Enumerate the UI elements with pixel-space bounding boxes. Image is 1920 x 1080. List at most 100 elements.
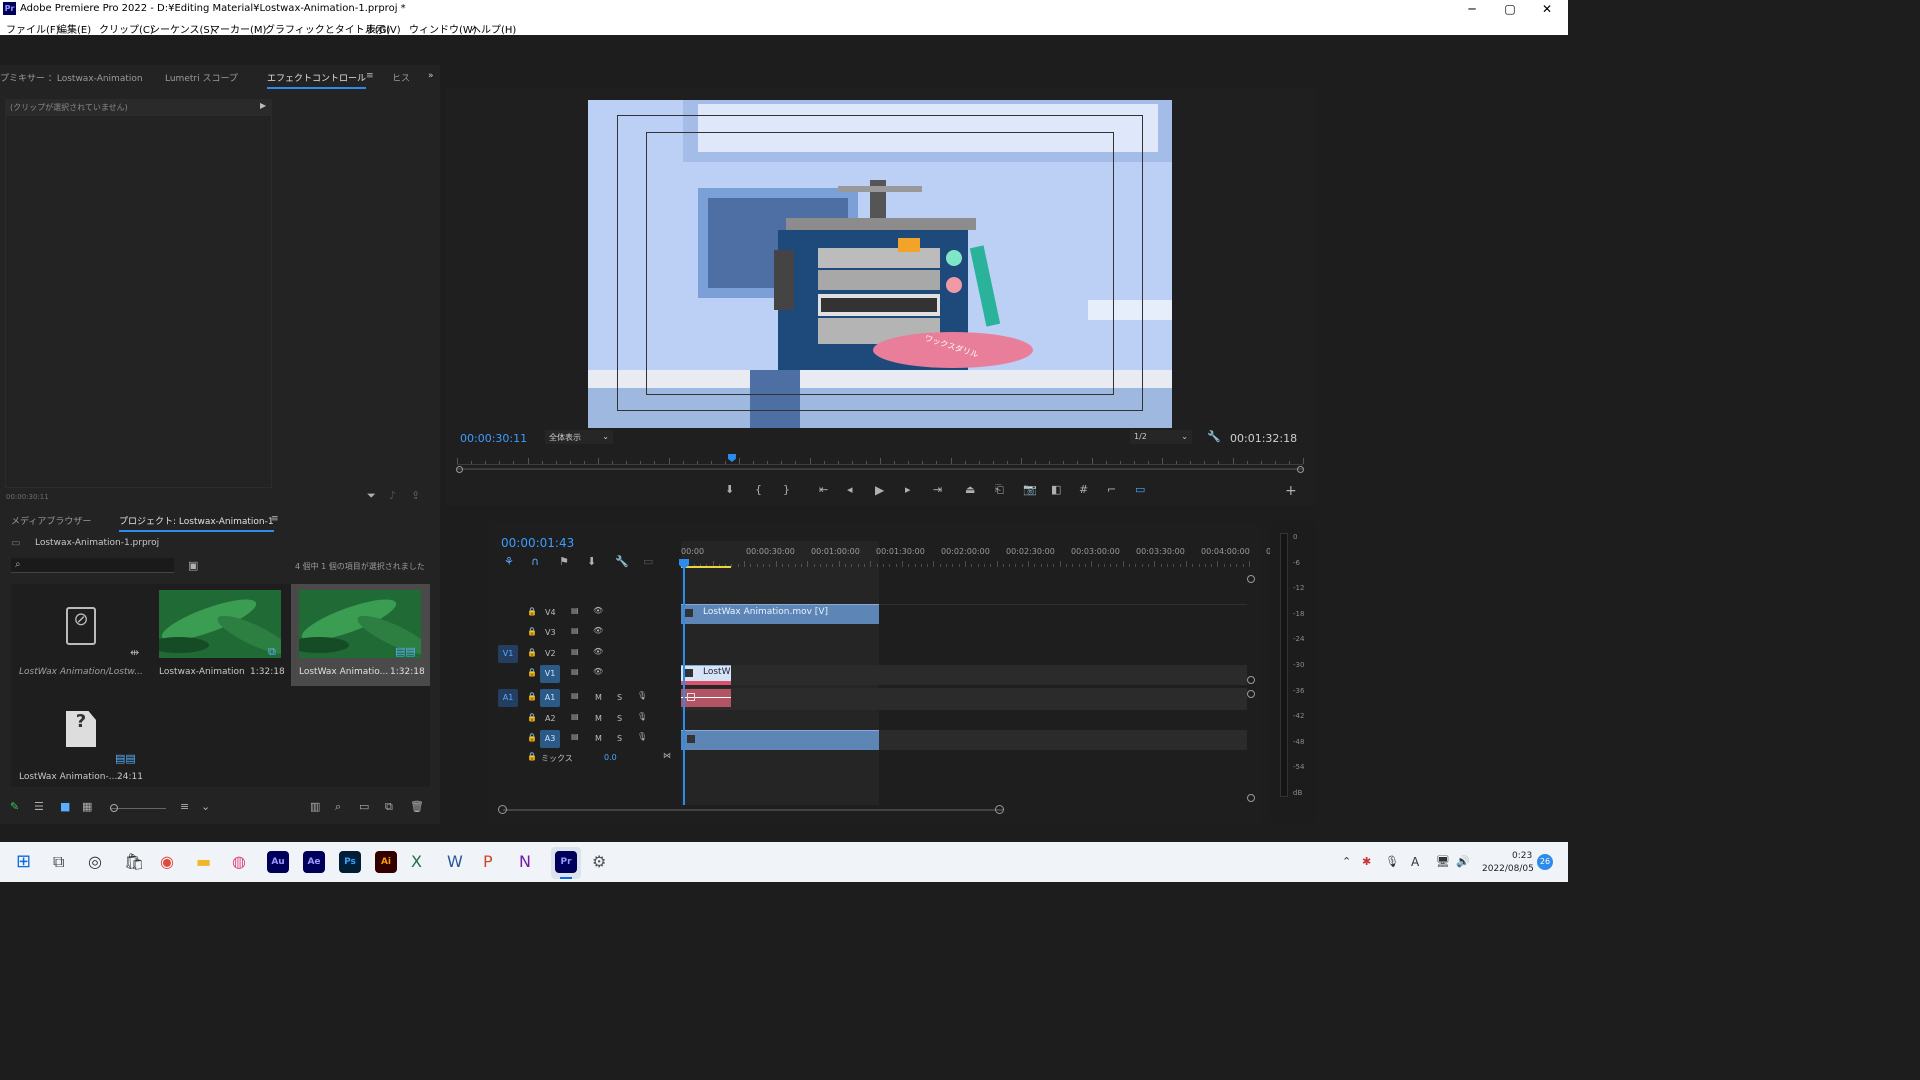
snap-magnet-icon[interactable]: ∩ bbox=[531, 555, 539, 568]
tab-lumetri-scopes[interactable]: Lumetri スコープ bbox=[165, 71, 238, 84]
step-forward-icon[interactable]: ▸ bbox=[905, 483, 911, 496]
eye-icon[interactable]: 👁 bbox=[593, 647, 603, 656]
collapse-icon[interactable]: ⋈ bbox=[663, 751, 671, 760]
hscroll-left-handle[interactable] bbox=[498, 805, 507, 814]
sort-icon[interactable]: ≡ bbox=[180, 800, 189, 813]
solo-button[interactable]: S bbox=[617, 693, 622, 702]
track-target-a3[interactable]: A3 bbox=[540, 730, 560, 748]
audio-scroll-bottom-handle[interactable] bbox=[1247, 794, 1255, 802]
menu-clip[interactable]: クリップ(C) bbox=[99, 21, 154, 36]
lock-icon[interactable]: 🔒 bbox=[527, 692, 537, 701]
menu-edit[interactable]: 編集(E) bbox=[57, 21, 91, 36]
creative-cloud-icon[interactable]: ◍ bbox=[232, 852, 246, 871]
sync-lock-icon[interactable]: ▤ bbox=[571, 626, 579, 635]
microphone-icon[interactable]: 🎙 bbox=[637, 691, 647, 700]
tab-effect-controls[interactable]: エフェクトコントロール bbox=[267, 71, 367, 89]
source-patch-v1[interactable]: V1 bbox=[498, 645, 518, 663]
program-current-time[interactable]: 00:00:30:11 bbox=[460, 432, 527, 445]
chevron-down-icon[interactable]: ⌄ bbox=[201, 800, 210, 813]
microphone-icon[interactable]: 🎙 bbox=[637, 732, 647, 741]
freeform-view-icon[interactable]: ▦ bbox=[82, 800, 92, 813]
track-target-v1[interactable]: V1 bbox=[540, 665, 560, 683]
zoom-slider-handle[interactable] bbox=[110, 804, 118, 812]
eye-icon[interactable]: 👁 bbox=[593, 626, 603, 635]
filter-icon[interactable]: ⏷ bbox=[367, 489, 376, 503]
mute-button[interactable]: M bbox=[595, 714, 602, 723]
tab-media-browser[interactable]: メディアブラウザー bbox=[11, 514, 91, 527]
menu-window[interactable]: ウィンドウ(W) bbox=[409, 21, 477, 36]
linked-selection-icon[interactable]: ⚑ bbox=[559, 555, 569, 568]
settings-gear-icon[interactable]: ⚙ bbox=[592, 852, 606, 871]
tray-chevron-icon[interactable]: ⌃ bbox=[1342, 855, 1351, 868]
pencil-icon[interactable]: ✎ bbox=[10, 800, 19, 813]
zoom-slider-track[interactable] bbox=[110, 808, 166, 809]
zoom-level-dropdown[interactable]: 全体表示 ⌄ bbox=[545, 430, 613, 444]
mark-in-icon[interactable]: { bbox=[755, 483, 762, 496]
tab-menu-icon[interactable]: ≡ bbox=[366, 71, 374, 81]
lock-icon[interactable]: 🔒 bbox=[527, 668, 537, 677]
trash-icon[interactable]: 🗑 bbox=[410, 800, 424, 813]
nest-icon[interactable]: ⚘ bbox=[504, 555, 514, 568]
project-item-offline[interactable]: ⊘ ⇹ LostWax Animation/Lostw... bbox=[11, 584, 149, 686]
add-marker-icon[interactable]: ⬇ bbox=[587, 555, 596, 568]
tab-history[interactable]: ヒス bbox=[392, 71, 410, 84]
lock-icon[interactable]: 🔒 bbox=[527, 648, 537, 657]
track-target-a1[interactable]: A1 bbox=[540, 689, 560, 707]
button-editor-plus-icon[interactable]: + bbox=[1285, 483, 1297, 499]
menu-file[interactable]: ファイル(F) bbox=[6, 21, 60, 36]
tray-microphone-icon[interactable]: 🎙 bbox=[1385, 855, 1399, 868]
step-back-icon[interactable]: ◂ bbox=[847, 483, 853, 496]
premiere-icon[interactable]: Pr bbox=[555, 851, 577, 873]
tray-app-icon[interactable]: ✱ bbox=[1362, 855, 1371, 868]
sync-lock-icon[interactable]: ▤ bbox=[571, 691, 579, 700]
sync-lock-icon[interactable]: ▤ bbox=[571, 647, 579, 656]
lock-icon[interactable]: 🔒 bbox=[527, 627, 537, 636]
dell-icon[interactable]: ◎ bbox=[88, 852, 102, 871]
project-item-clip-selected[interactable]: ▤▤ LostWax Animatio... 1:32:18 bbox=[291, 584, 430, 686]
export-frame-camera-icon[interactable]: 📷 bbox=[1023, 483, 1037, 496]
vr-video-icon[interactable]: ⌐ bbox=[1107, 483, 1116, 496]
lock-icon[interactable]: 🔒 bbox=[527, 733, 537, 742]
new-bin-icon[interactable]: ▭ bbox=[359, 800, 369, 813]
sync-lock-icon[interactable]: ▤ bbox=[571, 667, 579, 676]
program-time-ruler[interactable] bbox=[457, 452, 1304, 466]
go-to-in-icon[interactable]: ⇤ bbox=[819, 483, 828, 496]
maximize-button[interactable]: ▢ bbox=[1490, 1, 1530, 17]
powerpoint-icon[interactable]: P bbox=[483, 852, 493, 871]
sync-lock-icon[interactable]: ▤ bbox=[571, 712, 579, 721]
comparison-view-icon[interactable]: ◧ bbox=[1051, 483, 1061, 496]
lock-icon[interactable]: 🔒 bbox=[527, 713, 537, 722]
hscroll-right-handle[interactable] bbox=[995, 805, 1004, 814]
ime-indicator[interactable]: A bbox=[1411, 855, 1419, 869]
project-item-sequence[interactable]: ⧉ Lostwax-Animation 1:32:18 bbox=[151, 584, 289, 686]
go-to-out-icon[interactable]: ⇥ bbox=[933, 483, 942, 496]
photoshop-icon[interactable]: Ps bbox=[339, 851, 361, 873]
project-search-input[interactable]: ⌕ bbox=[11, 558, 174, 573]
new-search-bin-icon[interactable]: ▣ bbox=[188, 559, 198, 572]
project-menu-icon[interactable]: ≡ bbox=[271, 514, 279, 524]
find-icon[interactable]: ⌕ bbox=[335, 800, 341, 814]
lift-icon[interactable]: ⏏ bbox=[965, 483, 975, 496]
more-tabs-icon[interactable]: » bbox=[428, 71, 434, 81]
icon-view-icon[interactable]: ■ bbox=[60, 800, 70, 813]
clip-a1[interactable] bbox=[681, 689, 731, 707]
timeline-horizontal-scrollbar[interactable] bbox=[503, 809, 1003, 811]
excel-icon[interactable]: X bbox=[411, 852, 422, 871]
lock-icon[interactable]: 🔒 bbox=[527, 607, 537, 616]
windows-start-icon[interactable]: ⊞ bbox=[16, 851, 31, 872]
export-icon[interactable]: ⇪ bbox=[411, 489, 420, 502]
mark-out-icon[interactable]: } bbox=[783, 483, 790, 496]
eye-icon[interactable]: 👁 bbox=[593, 606, 603, 615]
clock-date[interactable]: 2022/08/05 bbox=[1482, 864, 1534, 874]
sync-lock-icon[interactable]: ▤ bbox=[571, 732, 579, 741]
source-patch-a1[interactable]: A1 bbox=[498, 689, 518, 707]
minimize-button[interactable]: ─ bbox=[1452, 1, 1492, 17]
timeline-timecode[interactable]: 00:00:01:43 bbox=[501, 536, 574, 550]
timeline-settings-wrench-icon[interactable]: 🔧 bbox=[615, 555, 629, 568]
close-button[interactable]: ✕ bbox=[1527, 1, 1567, 17]
play-audio-icon[interactable]: ♪ bbox=[389, 489, 396, 502]
illustrator-icon[interactable]: Ai bbox=[375, 851, 397, 873]
clock-time[interactable]: 0:23 bbox=[1512, 851, 1532, 861]
file-explorer-icon[interactable]: ▬ bbox=[196, 852, 211, 871]
microphone-icon[interactable]: 🎙 bbox=[637, 712, 647, 721]
